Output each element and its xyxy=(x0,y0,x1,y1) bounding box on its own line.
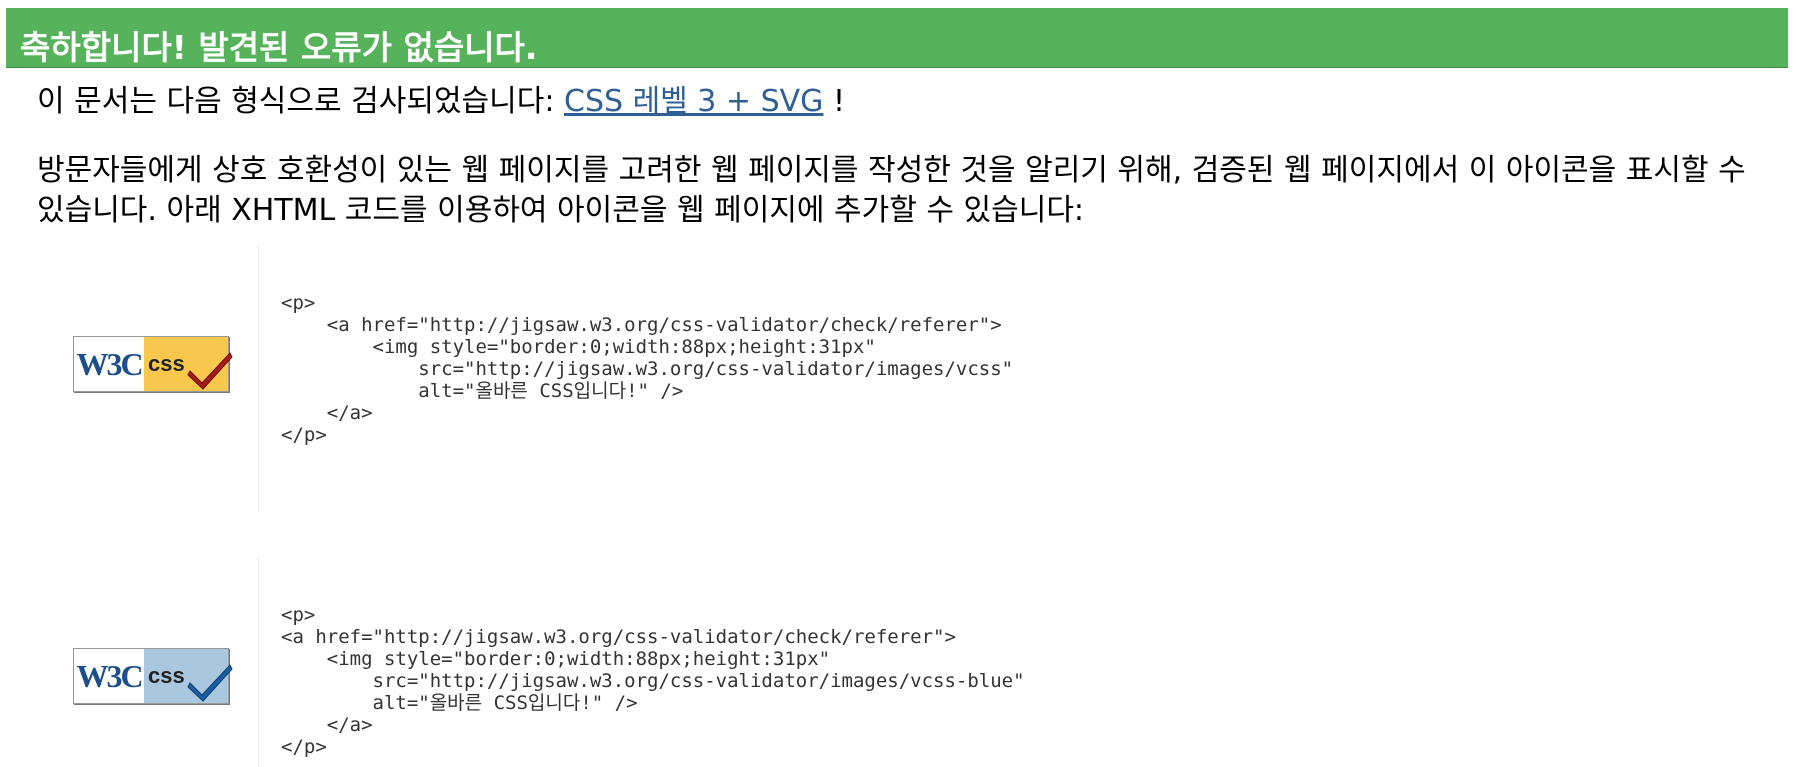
checkmark-red-icon xyxy=(187,352,233,390)
code-cell: <p> <a href="http://jigsaw.w3.org/css-va… xyxy=(258,246,1794,512)
badge-row-gold: W3C css <p> <a href="http://jigsaw.w3.or… xyxy=(0,246,1794,512)
code-cell: <p> <a href="http://jigsaw.w3.org/css-va… xyxy=(258,558,1794,767)
success-title: 축하합니다! 발견된 오류가 없습니다. xyxy=(20,28,538,67)
valid-css-badge-gold[interactable]: W3C css xyxy=(73,336,233,392)
badge-icon-cell: W3C css xyxy=(0,246,258,512)
validation-info: 이 문서는 다음 형식으로 검사되었습니다: CSS 레벨 3 + SVG ! xyxy=(37,84,845,120)
w3c-logo: W3C xyxy=(74,337,144,391)
css-label: css xyxy=(148,663,185,688)
w3c-logo: W3C xyxy=(74,649,144,703)
css-label: css xyxy=(148,351,185,376)
valid-css-badge-blue[interactable]: W3C css xyxy=(73,648,233,704)
badge-row-blue: W3C css <p> <a href="http://jigsaw.w3.or… xyxy=(0,558,1794,767)
icon-notice: 방문자들에게 상호 호환성이 있는 웹 페이지를 고려한 웹 페이지를 작성한 … xyxy=(37,153,1746,228)
checkmark-blue-icon xyxy=(187,664,233,702)
xhtml-code-snippet-blue: <p> <a href="http://jigsaw.w3.org/css-va… xyxy=(281,604,1025,758)
badge-icon-cell: W3C css xyxy=(0,558,258,767)
css-level-link[interactable]: CSS 레벨 3 + SVG xyxy=(564,84,823,119)
validation-info-prefix: 이 문서는 다음 형식으로 검사되었습니다: xyxy=(37,84,564,119)
success-banner: 축하합니다! 발견된 오류가 없습니다. xyxy=(6,8,1788,68)
xhtml-code-snippet-gold: <p> <a href="http://jigsaw.w3.org/css-va… xyxy=(281,292,1014,446)
validation-info-suffix: ! xyxy=(823,84,845,119)
